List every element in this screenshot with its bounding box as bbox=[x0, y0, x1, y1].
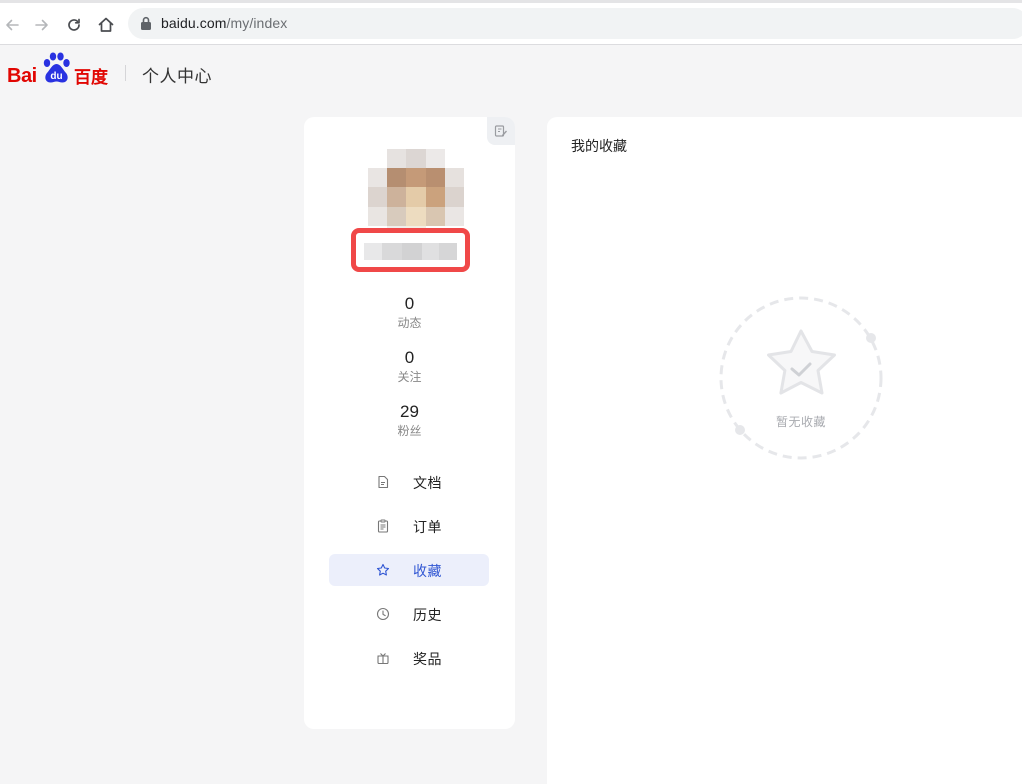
profile-menu: 文档 订单 收藏 历史 奖品 bbox=[329, 466, 489, 686]
stat-label: 粉丝 bbox=[397, 424, 422, 438]
stat-label: 动态 bbox=[397, 316, 422, 330]
logo-cn-text: 百度 bbox=[74, 68, 108, 88]
logo-latin-text: Bai bbox=[7, 65, 37, 87]
home-icon bbox=[98, 17, 114, 32]
browser-toolbar: baidu.com/my/index bbox=[0, 0, 1022, 45]
menu-item-label: 奖品 bbox=[413, 652, 442, 668]
lock-icon bbox=[141, 16, 151, 30]
logo-paw-text: du bbox=[50, 71, 62, 82]
stat-value: 29 bbox=[400, 402, 419, 421]
favorites-panel: 我的收藏 暂无收藏 bbox=[547, 117, 1022, 784]
reload-button[interactable] bbox=[62, 13, 86, 37]
gift-icon bbox=[377, 653, 389, 665]
edit-profile-button[interactable] bbox=[487, 117, 515, 145]
empty-state: 暂无收藏 bbox=[718, 295, 884, 461]
stat-posts[interactable]: 0 动态 bbox=[304, 294, 515, 331]
forward-button[interactable] bbox=[30, 13, 54, 37]
page-title: 个人中心 bbox=[142, 67, 212, 87]
stat-value: 0 bbox=[404, 294, 415, 313]
menu-item-label: 订单 bbox=[413, 520, 442, 536]
reload-icon bbox=[68, 18, 80, 31]
username-highlight-box bbox=[351, 228, 470, 272]
document-icon bbox=[378, 475, 389, 489]
menu-item-history[interactable]: 历史 bbox=[329, 598, 489, 630]
menu-item-label: 文档 bbox=[413, 476, 442, 492]
menu-item-label: 历史 bbox=[413, 608, 442, 624]
empty-state-text: 暂无收藏 bbox=[775, 415, 826, 429]
back-button[interactable] bbox=[0, 13, 24, 37]
url-path: /my/index bbox=[226, 15, 288, 31]
edit-icon bbox=[494, 125, 507, 137]
paw-logo-icon: du bbox=[43, 52, 70, 83]
baidu-logo[interactable]: Bai du 百度 bbox=[7, 52, 111, 88]
menu-item-documents[interactable]: 文档 bbox=[329, 466, 489, 498]
url-host: baidu.com bbox=[161, 15, 227, 31]
stat-label: 关注 bbox=[397, 370, 422, 384]
stat-following[interactable]: 0 关注 bbox=[304, 348, 515, 385]
menu-item-favorites[interactable]: 收藏 bbox=[329, 554, 489, 586]
menu-item-prizes[interactable]: 奖品 bbox=[329, 642, 489, 674]
stat-followers[interactable]: 29 粉丝 bbox=[304, 402, 515, 439]
home-button[interactable] bbox=[94, 13, 118, 37]
star-icon bbox=[376, 563, 390, 576]
address-bar[interactable]: baidu.com/my/index bbox=[128, 8, 1022, 39]
clipboard-icon bbox=[377, 519, 389, 533]
arrow-right-icon bbox=[35, 19, 48, 31]
header-divider bbox=[125, 65, 126, 81]
empty-favorites-illustration bbox=[719, 296, 883, 460]
menu-item-label: 收藏 bbox=[413, 564, 442, 580]
section-title: 我的收藏 bbox=[571, 139, 627, 155]
username-blurred bbox=[364, 243, 457, 260]
menu-item-orders[interactable]: 订单 bbox=[329, 510, 489, 542]
profile-card: 0 动态 0 关注 29 粉丝 文档 订单 收藏 历史 奖品 bbox=[304, 117, 515, 729]
stat-value: 0 bbox=[404, 348, 415, 367]
page-header: Bai du 百度 个人中心 bbox=[0, 45, 1022, 103]
clock-icon bbox=[376, 607, 390, 621]
arrow-left-icon bbox=[6, 19, 19, 31]
url-text: baidu.com/my/index bbox=[161, 15, 287, 31]
